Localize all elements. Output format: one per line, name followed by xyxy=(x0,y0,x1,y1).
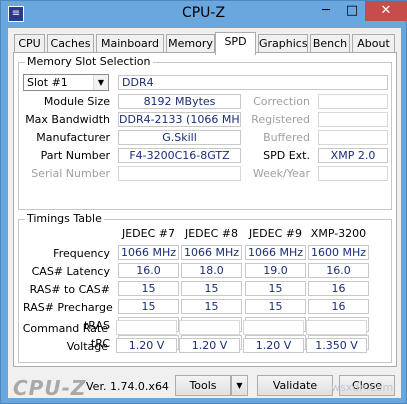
command-rate-label: Command Rate xyxy=(22,322,108,335)
tab-mainboard[interactable]: Mainboard xyxy=(96,34,164,54)
tab-graphics[interactable]: Graphics xyxy=(258,34,308,54)
timing-cell: 15 xyxy=(118,281,179,296)
timing-cell: 1066 MHz xyxy=(118,245,179,260)
maximize-button[interactable]: □ xyxy=(339,1,365,21)
timing-cell: 15 xyxy=(181,299,242,314)
manufacturer-label: Manufacturer xyxy=(36,131,110,144)
part-number-value: F4-3200C16-8GTZ xyxy=(118,148,241,163)
timing-cell xyxy=(243,320,304,335)
tab-spd[interactable]: SPD xyxy=(215,32,256,55)
timing-cell: 1600 MHz xyxy=(308,245,369,260)
tab-bench[interactable]: Bench xyxy=(310,34,350,54)
column-header-jedec9: JEDEC #9 xyxy=(248,227,302,240)
group-title: Memory Slot Selection xyxy=(25,55,153,68)
timing-cell: 16 xyxy=(308,281,369,296)
timing-cell: 15 xyxy=(118,299,179,314)
cpuz-logo: CPU-Z xyxy=(13,376,87,400)
tab-about[interactable]: About xyxy=(352,34,395,54)
tab-memory[interactable]: Memory xyxy=(166,34,215,54)
title-bar[interactable]: ≡ CPU-Z ─ □ ✕ xyxy=(1,1,407,27)
correction-value xyxy=(318,94,388,109)
voltage-label: Voltage xyxy=(66,340,108,353)
timing-cell: 16 xyxy=(308,299,369,314)
timing-cell: 15 xyxy=(245,299,306,314)
timing-cell: 1.20 V xyxy=(243,338,304,353)
tools-dropdown-chevron-down-icon[interactable]: ▼ xyxy=(231,375,248,396)
timing-cell: 1.20 V xyxy=(116,338,177,353)
buffered-value xyxy=(318,130,388,145)
group-title: Timings Table xyxy=(25,212,104,225)
week-year-label: Week/Year xyxy=(252,167,310,180)
chevron-down-icon[interactable]: ▼ xyxy=(93,75,108,90)
timing-cell: 19.0 xyxy=(245,263,306,278)
part-number-label: Part Number xyxy=(40,149,110,162)
correction-label: Correction xyxy=(253,95,310,108)
version-label: Ver. 1.74.0.x64 xyxy=(86,380,169,393)
max-bandwidth-label: Max Bandwidth xyxy=(25,113,110,126)
tools-button[interactable]: Tools xyxy=(175,375,231,396)
module-size-value: 8192 MBytes xyxy=(118,94,241,109)
timing-cell: 15 xyxy=(181,281,242,296)
memory-type-value: DDR4 xyxy=(118,75,388,90)
buffered-label: Buffered xyxy=(263,131,310,144)
minimize-button[interactable]: ─ xyxy=(313,1,339,21)
timing-cell xyxy=(179,320,240,335)
module-size-label: Module Size xyxy=(43,95,110,108)
timing-cell: 1.20 V xyxy=(179,338,240,353)
tab-caches[interactable]: Caches xyxy=(47,34,94,54)
timing-cell: 1066 MHz xyxy=(181,245,242,260)
tab-cpu[interactable]: CPU xyxy=(14,34,45,54)
registered-value xyxy=(318,112,388,127)
watermark: wsxdn.com xyxy=(331,381,394,394)
close-window-button[interactable]: ✕ xyxy=(365,1,407,21)
serial-number-value xyxy=(118,166,241,181)
timing-cell xyxy=(116,320,177,335)
timing-cell: 15 xyxy=(245,281,306,296)
ras-to-cas-label: RAS# to CAS# xyxy=(29,283,110,296)
frequency-label: Frequency xyxy=(53,247,110,260)
cas-latency-label: CAS# Latency xyxy=(31,265,110,278)
spd-ext-value: XMP 2.0 xyxy=(318,148,388,163)
timing-cell: 1.350 V xyxy=(306,338,367,353)
manufacturer-value: G.Skill xyxy=(118,130,241,145)
timing-cell: 18.0 xyxy=(181,263,242,278)
timing-cell: 16.0 xyxy=(118,263,179,278)
timing-cell xyxy=(306,320,367,335)
cpuz-window: ≡ CPU-Z ─ □ ✕ CPU Caches Mainboard Memor… xyxy=(0,0,407,404)
memory-slot-selection-group: Memory Slot Selection Slot #1 ▼ DDR4 Mod… xyxy=(18,55,392,210)
slot-select[interactable]: Slot #1 ▼ xyxy=(23,74,109,91)
week-year-value xyxy=(318,166,388,181)
column-header-xmp3200: XMP-3200 xyxy=(310,227,367,240)
column-header-jedec7: JEDEC #7 xyxy=(121,227,175,240)
slot-select-value: Slot #1 xyxy=(27,76,68,89)
timing-cell: 1066 MHz xyxy=(245,245,306,260)
column-header-jedec8: JEDEC #8 xyxy=(184,227,238,240)
validate-button[interactable]: Validate xyxy=(257,375,333,396)
max-bandwidth-value: DDR4-2133 (1066 MHz) xyxy=(118,112,241,127)
ras-precharge-label: RAS# Precharge xyxy=(23,301,113,314)
client-area: CPU Caches Mainboard Memory SPD Graphics… xyxy=(8,28,401,400)
timing-cell: 16.0 xyxy=(308,263,369,278)
serial-number-label: Serial Number xyxy=(31,167,110,180)
registered-label: Registered xyxy=(251,113,310,126)
spd-ext-label: SPD Ext. xyxy=(263,149,310,162)
